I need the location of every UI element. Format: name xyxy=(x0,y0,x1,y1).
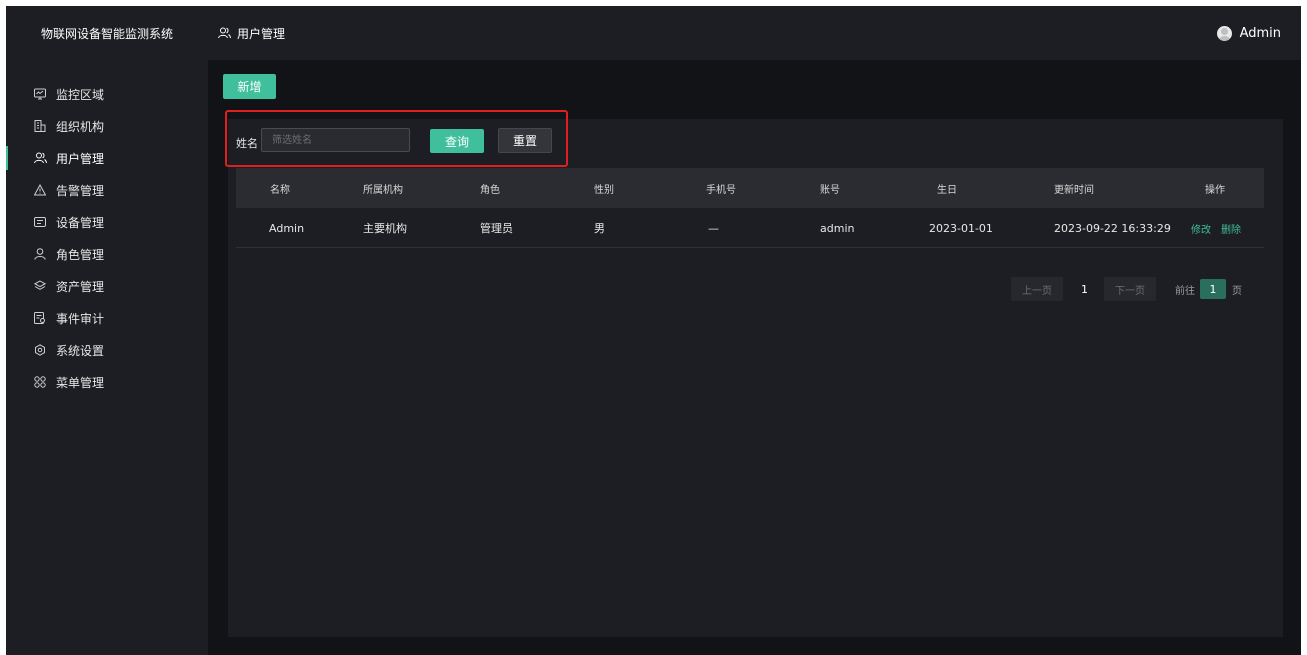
sidebar: 物联网设备智能监测系统 监控区域 组织机构 用户管理 告警管理 设备管理 角色管… xyxy=(6,6,208,655)
column-header: 手机号 xyxy=(706,184,736,196)
sidebar-item-label: 菜单管理 xyxy=(56,375,105,390)
avatar xyxy=(1216,25,1232,41)
delete-link[interactable]: 删除 xyxy=(1221,221,1241,236)
app-title: 物联网设备智能监测系统 xyxy=(40,26,173,41)
cell-account: admin xyxy=(820,221,855,235)
sidebar-item-label: 组织机构 xyxy=(56,119,105,134)
next-page-button[interactable]: 下一页 xyxy=(1104,277,1156,301)
sidebar-item-label: 告警管理 xyxy=(56,183,105,198)
grid-icon xyxy=(33,375,47,389)
goto-prefix: 前往 xyxy=(1175,285,1195,297)
column-header: 角色 xyxy=(480,184,500,196)
users-icon xyxy=(33,151,47,165)
sidebar-item-role-management[interactable]: 角色管理 xyxy=(6,238,208,270)
row-actions: 修改 删除 xyxy=(1191,208,1241,248)
sidebar-item-label: 监控区域 xyxy=(56,87,105,102)
cell-phone: — xyxy=(708,221,719,235)
cell-org: 主要机构 xyxy=(363,222,407,235)
gear-icon xyxy=(33,343,47,357)
table-row: Admin 主要机构 管理员 男 — admin 2023-01-01 2023… xyxy=(236,208,1264,248)
edit-link[interactable]: 修改 xyxy=(1191,221,1211,236)
monitor-icon xyxy=(33,87,47,101)
sidebar-menu: 监控区域 组织机构 用户管理 告警管理 设备管理 角色管理 资产管理 事件审计 … xyxy=(6,78,208,398)
top-header: 用户管理 Admin xyxy=(208,6,1301,60)
building-icon xyxy=(33,119,47,133)
sidebar-item-label: 系统设置 xyxy=(56,343,105,358)
audit-icon xyxy=(33,311,47,325)
sidebar-item-label: 资产管理 xyxy=(56,279,105,294)
goto-page-value: 1 xyxy=(1200,279,1226,299)
table-header: 名称 所属机构 角色 性别 手机号 账号 生日 更新时间 操作 xyxy=(236,168,1264,208)
user-menu[interactable]: Admin xyxy=(1216,6,1281,60)
user-icon xyxy=(33,247,47,261)
sidebar-item-asset-management[interactable]: 资产管理 xyxy=(6,270,208,302)
cell-updated: 2023-09-22 16:33:29 xyxy=(1054,221,1171,235)
cell-role: 管理员 xyxy=(480,222,513,235)
prev-page-button[interactable]: 上一页 xyxy=(1011,277,1063,301)
column-header: 操作 xyxy=(1205,184,1225,196)
sidebar-item-label: 事件审计 xyxy=(56,311,105,326)
users-icon xyxy=(218,27,231,39)
search-label: 姓名 xyxy=(236,137,258,150)
page-title: 用户管理 xyxy=(237,26,286,41)
sidebar-item-label: 设备管理 xyxy=(56,215,105,230)
device-icon xyxy=(33,215,47,229)
column-header: 生日 xyxy=(937,184,957,196)
sidebar-item-label: 角色管理 xyxy=(56,247,105,262)
sidebar-item-monitor-area[interactable]: 监控区域 xyxy=(6,78,208,110)
cell-name: Admin xyxy=(269,221,305,235)
layers-icon xyxy=(33,279,47,293)
breadcrumb: 用户管理 xyxy=(218,25,285,42)
app-window: 物联网设备智能监测系统 监控区域 组织机构 用户管理 告警管理 设备管理 角色管… xyxy=(6,6,1301,655)
cell-birthday: 2023-01-01 xyxy=(929,221,993,235)
current-page-number[interactable]: 1 xyxy=(1081,277,1088,301)
goto-page-input[interactable]: 1 xyxy=(1200,279,1226,299)
column-header: 名称 xyxy=(270,184,290,196)
sidebar-item-organization[interactable]: 组织机构 xyxy=(6,110,208,142)
sidebar-item-label: 用户管理 xyxy=(56,151,105,166)
sidebar-item-menu-management[interactable]: 菜单管理 xyxy=(6,366,208,398)
sidebar-item-user-management[interactable]: 用户管理 xyxy=(6,142,208,174)
user-name: Admin xyxy=(1239,25,1281,41)
sidebar-item-alarm-management[interactable]: 告警管理 xyxy=(6,174,208,206)
add-button[interactable]: 新增 xyxy=(223,74,276,99)
column-header: 所属机构 xyxy=(363,184,403,196)
column-header: 更新时间 xyxy=(1054,184,1094,196)
sidebar-item-device-management[interactable]: 设备管理 xyxy=(6,206,208,238)
search-input[interactable] xyxy=(261,128,410,152)
warning-icon xyxy=(33,183,47,197)
column-header: 性别 xyxy=(594,184,614,196)
sidebar-item-system-settings[interactable]: 系统设置 xyxy=(6,334,208,366)
cell-gender: 男 xyxy=(594,222,605,235)
query-button[interactable]: 查询 xyxy=(430,129,484,153)
reset-button[interactable]: 重置 xyxy=(498,128,552,153)
column-header: 账号 xyxy=(820,184,840,196)
sidebar-item-event-audit[interactable]: 事件审计 xyxy=(6,302,208,334)
goto-suffix: 页 xyxy=(1232,285,1242,297)
